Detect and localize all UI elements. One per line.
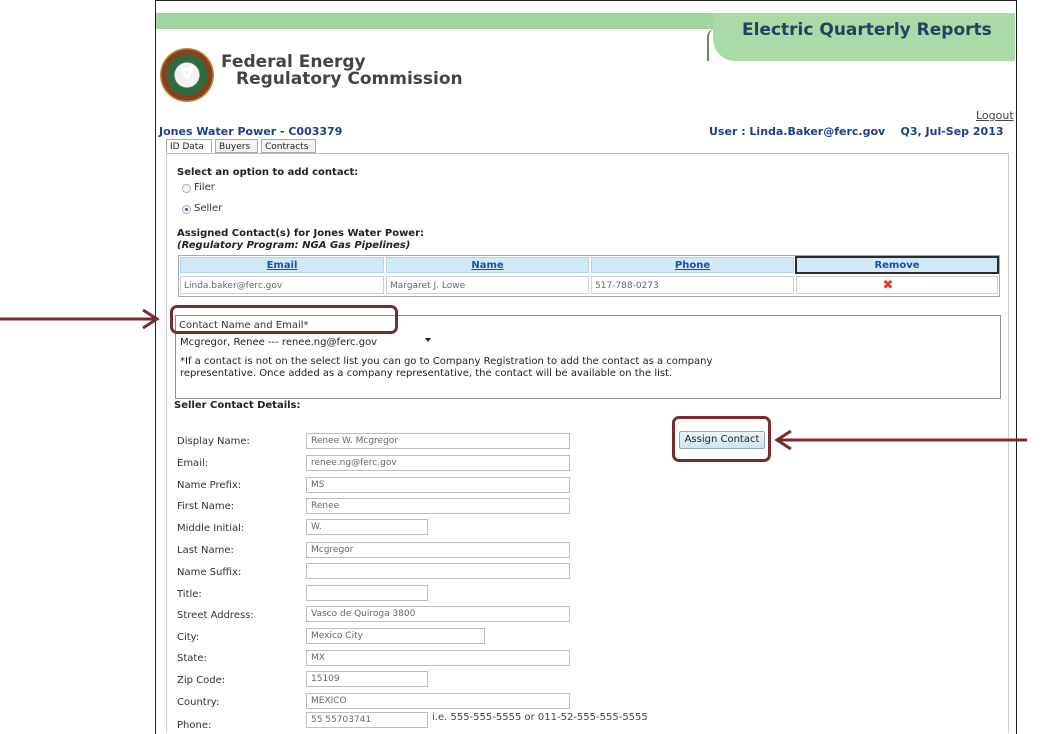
col-header-name[interactable]: Name bbox=[386, 257, 589, 273]
input-title[interactable] bbox=[306, 585, 428, 601]
cell-name: Margaret J. Lowe bbox=[386, 276, 589, 294]
input-state[interactable]: MX bbox=[306, 650, 570, 666]
input-street-address[interactable]: Vasco de Quiroga 3800 bbox=[306, 606, 570, 622]
cell-email: Linda.baker@ferc.gov bbox=[180, 276, 384, 294]
user-info: User : Linda.Baker@ferc.gov Q3, Jul-Sep … bbox=[709, 125, 1004, 138]
callout-arrow-left-icon bbox=[774, 429, 1027, 451]
period-label: Q3, Jul-Sep 2013 bbox=[900, 125, 1004, 138]
chevron-down-icon[interactable] bbox=[425, 338, 431, 342]
cell-phone: 517-788-0273 bbox=[591, 276, 794, 294]
input-first-name[interactable]: Renee bbox=[306, 498, 570, 514]
label-email: Email: bbox=[177, 458, 209, 469]
label-name-prefix: Name Prefix: bbox=[177, 480, 242, 491]
label-first-name: First Name: bbox=[177, 501, 235, 512]
callout-arrow-right-icon bbox=[0, 308, 160, 330]
input-name-suffix[interactable] bbox=[306, 563, 570, 579]
col-header-phone[interactable]: Phone bbox=[591, 257, 794, 273]
label-city: City: bbox=[177, 632, 200, 643]
radio-filer-label: Filer bbox=[194, 182, 215, 193]
input-middle-initial[interactable]: W. bbox=[306, 519, 428, 535]
label-zip-code: Zip Code: bbox=[177, 675, 226, 686]
callout-box-contact-name bbox=[170, 305, 398, 334]
radio-filer[interactable] bbox=[182, 184, 191, 193]
label-title: Title: bbox=[177, 589, 202, 600]
agency-name-line2: Regulatory Commission bbox=[236, 69, 463, 89]
contact-option-prompt: Select an option to add contact: bbox=[177, 167, 359, 178]
seal-emblem-icon: ∀ bbox=[180, 63, 194, 84]
label-name-suffix: Name Suffix: bbox=[177, 567, 242, 578]
label-state: State: bbox=[177, 653, 207, 664]
assigned-contacts-title: Assigned Contact(s) for Jones Water Powe… bbox=[177, 228, 425, 239]
input-country[interactable]: MEXICO bbox=[306, 693, 570, 709]
header-band bbox=[156, 13, 716, 29]
label-middle-initial: Middle Initial: bbox=[177, 523, 245, 534]
tab-contracts[interactable]: Contracts bbox=[261, 139, 316, 153]
radio-seller-label: Seller bbox=[194, 203, 223, 214]
label-last-name: Last Name: bbox=[177, 545, 234, 556]
user-email: User : Linda.Baker@ferc.gov bbox=[709, 125, 886, 138]
remove-contact-icon[interactable]: ✖ bbox=[882, 279, 894, 292]
col-header-email[interactable]: Email bbox=[180, 257, 384, 273]
input-email[interactable]: renee.ng@ferc.gov bbox=[306, 455, 570, 471]
callout-box-assign-contact bbox=[672, 416, 771, 462]
label-display-name: Display Name: bbox=[177, 436, 250, 447]
input-phone[interactable]: 55 55703741 bbox=[306, 712, 428, 728]
input-name-prefix[interactable]: MS bbox=[306, 477, 570, 493]
regulatory-program-label: (Regulatory Program: NGA Gas Pipelines) bbox=[177, 240, 411, 251]
input-zip-code[interactable]: 15109 bbox=[306, 671, 428, 687]
radio-seller[interactable] bbox=[182, 205, 191, 214]
label-street-address: Street Address: bbox=[177, 610, 254, 621]
company-label: Jones Water Power - C003379 bbox=[159, 125, 343, 138]
app-title: Electric Quarterly Reports bbox=[742, 20, 992, 40]
cell-remove bbox=[796, 276, 998, 294]
contact-select-dropdown[interactable]: Mcgregor, Renee --- renee.ng@ferc.gov bbox=[180, 336, 430, 350]
input-last-name[interactable]: Mcgregor bbox=[306, 542, 570, 558]
label-country: Country: bbox=[177, 697, 220, 708]
phone-format-hint: i.e. 555-555-5555 or 011-52-555-555-5555 bbox=[432, 712, 648, 723]
contact-select-note: *If a contact is not on the select list … bbox=[180, 356, 713, 379]
label-phone: Phone: bbox=[177, 720, 212, 731]
tab-id-data[interactable]: ID Data bbox=[166, 139, 212, 153]
seller-contact-details-title: Seller Contact Details: bbox=[174, 400, 301, 411]
input-display-name[interactable]: Renee W. Mcgregor bbox=[306, 433, 570, 449]
tab-buyers[interactable]: Buyers bbox=[215, 139, 258, 153]
logout-link[interactable]: Logout bbox=[976, 109, 1014, 122]
col-header-remove: Remove bbox=[795, 256, 999, 274]
input-city[interactable]: Mexico City bbox=[306, 628, 485, 644]
